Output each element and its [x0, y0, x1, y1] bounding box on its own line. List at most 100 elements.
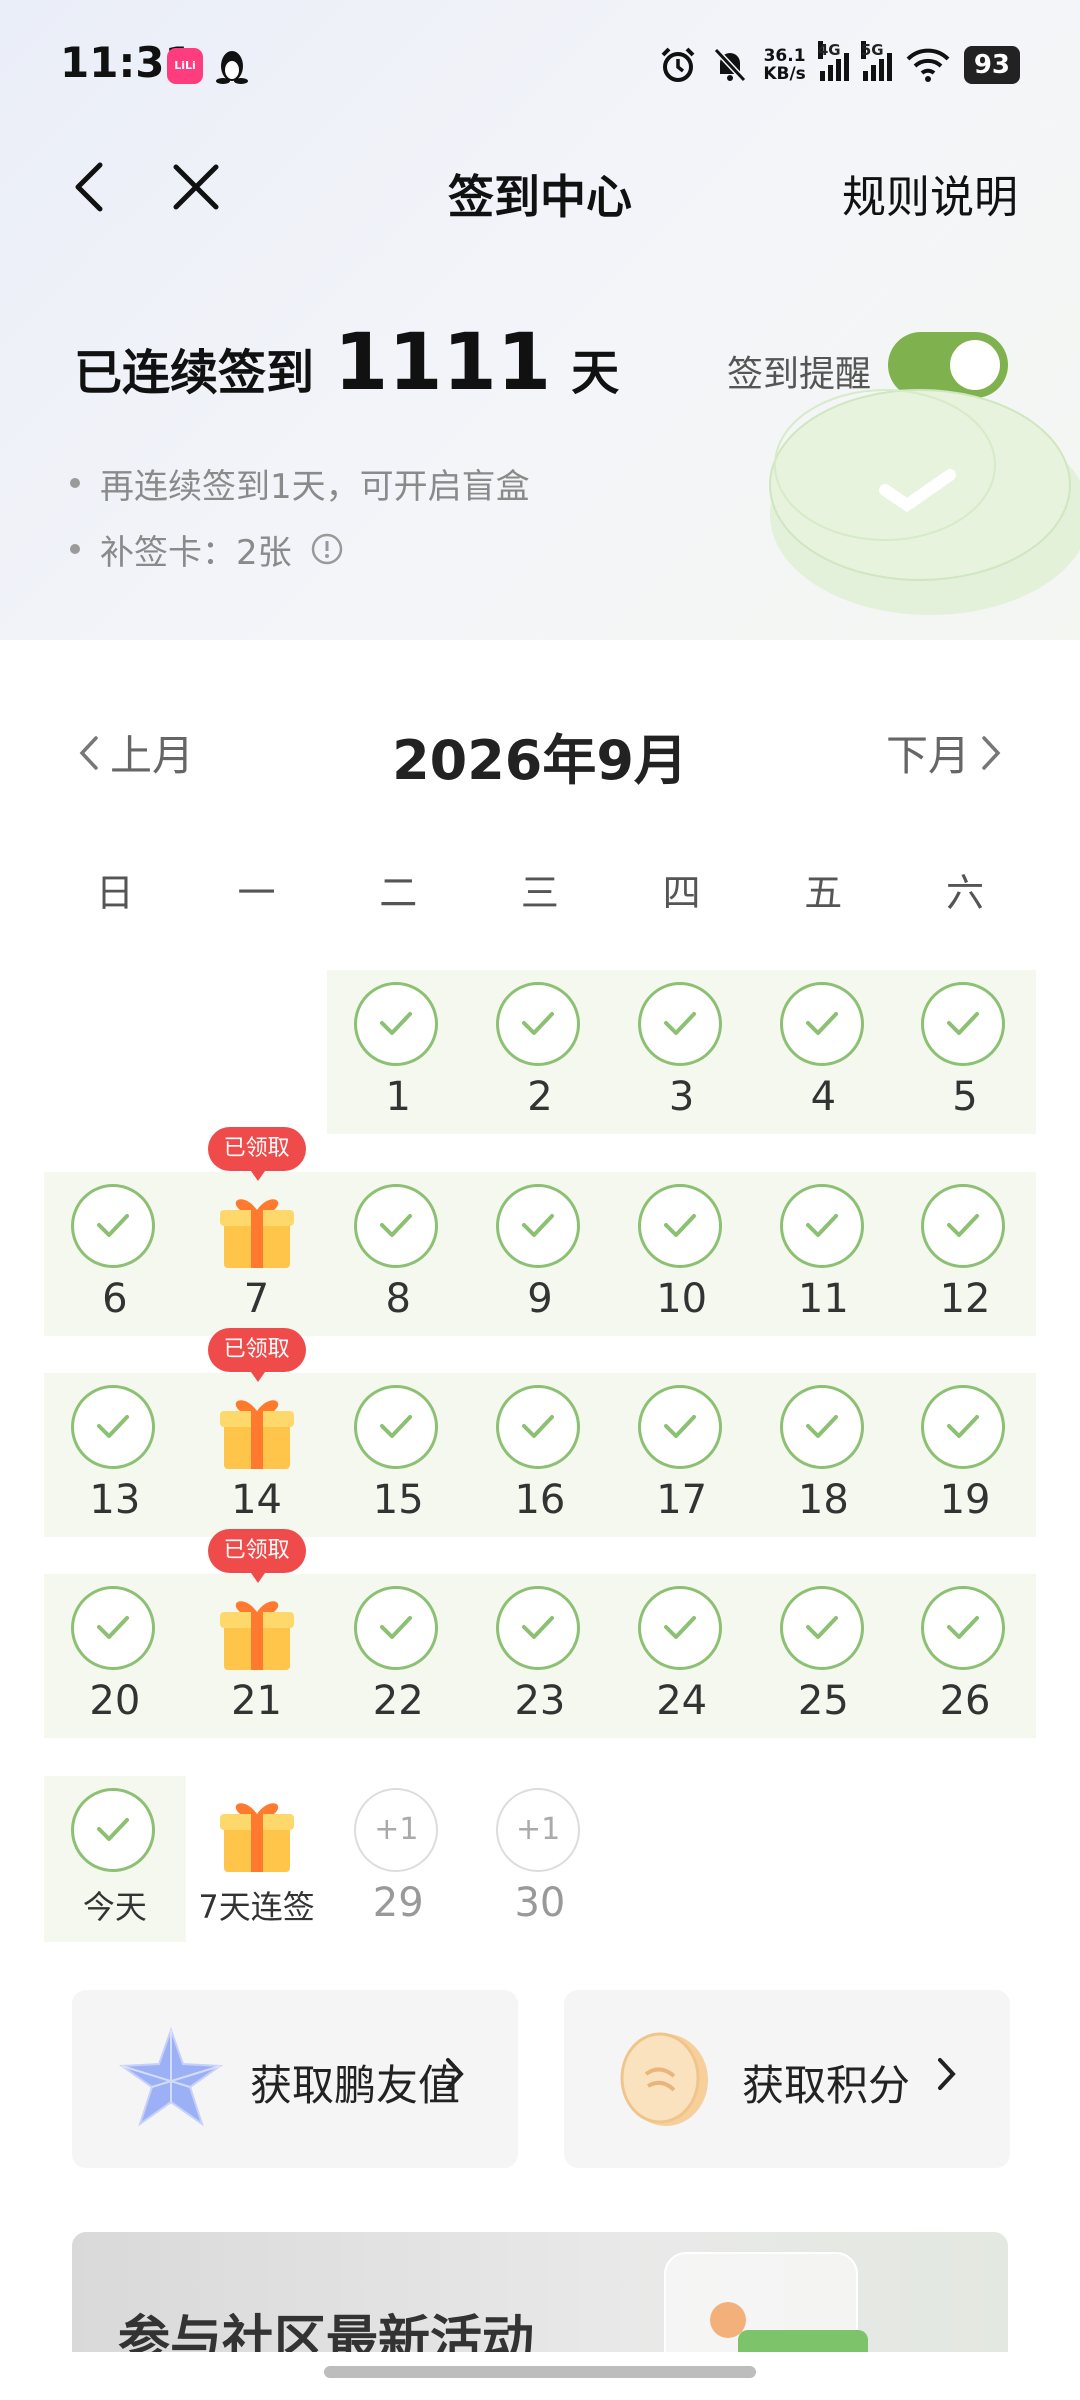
- check-icon: [637, 982, 722, 1066]
- bonus-plus-one: +1: [496, 1788, 581, 1872]
- day-number: 29: [372, 1880, 424, 1926]
- check-icon: [71, 1184, 155, 1268]
- check-icon: [496, 1184, 581, 1268]
- day-number: 10: [656, 1276, 708, 1322]
- calendar-day[interactable]: 已领取 14: [186, 1328, 328, 1543]
- calendar-day-today[interactable]: 今天: [44, 1776, 186, 1946]
- streak-summary: 已连续签到 1111 天: [74, 318, 619, 408]
- rules-link[interactable]: 规则说明: [842, 161, 1018, 225]
- today-label: 今天: [82, 1888, 147, 1926]
- check-icon: [354, 1586, 439, 1670]
- banner-title: 参与社区最新活动: [118, 2311, 535, 2352]
- checkin-coin-illustration: [769, 389, 1080, 615]
- month-navigation: 上月 2026年9月 下月: [0, 710, 1080, 792]
- day-number: 25: [797, 1678, 849, 1724]
- gift-box-icon: [214, 1387, 300, 1473]
- check-icon: [354, 1184, 439, 1268]
- calendar-day[interactable]: 3: [611, 970, 753, 1140]
- day-number: 2: [527, 1074, 553, 1120]
- calendar-day[interactable]: 19: [894, 1373, 1036, 1543]
- next-month-button[interactable]: 下月: [886, 722, 1002, 783]
- day-number: 17: [656, 1477, 708, 1523]
- check-icon: [637, 1586, 722, 1670]
- check-icon: [637, 1184, 722, 1268]
- calendar-day[interactable]: 12: [894, 1172, 1036, 1342]
- chevron-right-icon: [446, 2058, 464, 2090]
- chevron-right-icon: [938, 2058, 956, 2090]
- calendar-day[interactable]: 5: [894, 970, 1036, 1140]
- info-icon[interactable]: [310, 532, 344, 566]
- calendar-day-streak-gift[interactable]: 7天连签: [186, 1776, 328, 1946]
- lili-app-icon: LiLi: [167, 48, 203, 84]
- calendar-day[interactable]: 已领取 7: [186, 1127, 328, 1342]
- info-bullets: 再连续签到1天，可开启盲盒 补签卡：2张: [70, 450, 530, 582]
- get-friend-value-card[interactable]: 获取鹏友值: [72, 1990, 518, 2168]
- day-number: 23: [514, 1678, 566, 1724]
- calendar-day[interactable]: 1: [327, 970, 469, 1140]
- calendar-day[interactable]: 11: [753, 1172, 895, 1342]
- day-number: 30: [514, 1880, 566, 1926]
- calendar-day-future[interactable]: +1 29: [327, 1776, 469, 1946]
- get-points-card[interactable]: 获取积分: [564, 1990, 1010, 2168]
- gift-box-icon: [214, 1588, 300, 1674]
- chevron-right-icon: [982, 735, 1001, 770]
- day-number: 6: [102, 1276, 128, 1322]
- signal-4g-icon: 4G: [817, 41, 849, 81]
- home-indicator: [324, 2366, 756, 2378]
- calendar-day[interactable]: 9: [469, 1172, 611, 1342]
- calendar-day[interactable]: 23: [469, 1574, 611, 1744]
- calendar-day-future[interactable]: +1 30: [469, 1776, 611, 1946]
- calendar-day[interactable]: 25: [753, 1574, 895, 1744]
- top-nav-bar: 签到中心 规则说明: [0, 145, 1080, 235]
- day-number: 3: [668, 1074, 695, 1120]
- calendar-day[interactable]: 10: [611, 1172, 753, 1342]
- streak-gift-label: 7天连签: [198, 1888, 315, 1926]
- day-number: 26: [939, 1678, 991, 1724]
- calendar-day[interactable]: 26: [894, 1574, 1036, 1744]
- bullet-dot: [70, 478, 80, 488]
- calendar-day[interactable]: 8: [327, 1172, 469, 1342]
- get-friend-value-label: 获取鹏友值: [250, 2061, 461, 2110]
- weekday-thu: 四: [662, 871, 701, 915]
- streak-prefix: 已连续签到: [74, 345, 315, 401]
- weekday-tue: 二: [379, 871, 418, 915]
- claimed-badge: 已领取: [207, 1127, 306, 1181]
- crystal-star-icon: [119, 2026, 223, 2127]
- day-number: 20: [89, 1678, 141, 1724]
- weekday-sun: 日: [95, 871, 134, 915]
- community-activity-banner[interactable]: 参与社区最新活动: [72, 2232, 1008, 2352]
- calendar-day[interactable]: 已领取 21: [186, 1529, 328, 1744]
- calendar-day[interactable]: 4: [753, 970, 895, 1140]
- calendar-day[interactable]: 13: [44, 1373, 186, 1543]
- alarm-icon: [661, 47, 695, 82]
- gift-box-icon: [214, 1186, 300, 1272]
- next-month-label: 下月: [885, 731, 970, 780]
- calendar-day[interactable]: 22: [327, 1574, 469, 1744]
- bullet-dot: [70, 544, 80, 554]
- check-icon: [921, 1184, 1006, 1268]
- check-icon: [354, 982, 439, 1066]
- calendar-day[interactable]: 18: [753, 1373, 895, 1543]
- day-number: 13: [89, 1477, 141, 1523]
- calendar-day[interactable]: 2: [469, 970, 611, 1140]
- weekday-fri: 五: [804, 871, 843, 915]
- calendar-day[interactable]: 20: [44, 1574, 186, 1744]
- check-icon: [71, 1788, 155, 1872]
- calendar-day[interactable]: 24: [611, 1574, 753, 1744]
- gold-coin-icon: [620, 2032, 708, 2126]
- check-icon: [496, 1586, 581, 1670]
- claimed-badge: 已领取: [207, 1529, 306, 1583]
- calendar-day[interactable]: 16: [469, 1373, 611, 1543]
- blind-box-hint: 再连续签到1天，可开启盲盒: [100, 466, 530, 507]
- check-icon: [637, 1385, 722, 1469]
- battery-level: 93: [963, 46, 1020, 84]
- day-number: 19: [939, 1477, 991, 1523]
- calendar-day[interactable]: 17: [611, 1373, 753, 1543]
- check-icon: [779, 1385, 864, 1469]
- calendar-day[interactable]: 6: [44, 1172, 186, 1342]
- day-number: 12: [939, 1276, 991, 1322]
- status-bar: 11:31 LiLi 36.1 KB/s 4G 5G 93: [0, 0, 1080, 130]
- check-icon: [779, 982, 864, 1066]
- check-icon: [496, 982, 581, 1066]
- calendar-day[interactable]: 15: [327, 1373, 469, 1543]
